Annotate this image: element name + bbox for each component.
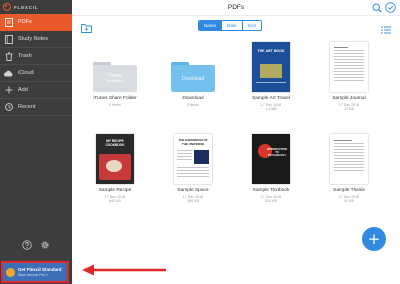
sidebar-item-trash[interactable]: Trash (0, 48, 72, 65)
sidebar-item-pdfs[interactable]: PDFs (0, 14, 72, 31)
list-view-icon[interactable] (381, 21, 391, 34)
file-meta: 17 Dec 2018 37 KB (338, 103, 360, 112)
new-folder-icon[interactable] (81, 20, 92, 33)
sidebar-item-study-notes[interactable]: Study Notes (0, 31, 72, 48)
file-meta: 0 Items (187, 103, 199, 107)
sidebar-item-recent[interactable]: Recent (0, 99, 72, 116)
cover-title: THE EXPANSION OF THE UNIVERSE (178, 138, 208, 146)
top-bar: PDFs (72, 0, 400, 16)
document-thumbnail (330, 42, 368, 92)
file-name: Sample Art Travel (252, 96, 290, 101)
sidebar-item-label: Recent (18, 104, 36, 110)
file-tile-sample-art-travel[interactable]: THE ART BOOK Sample Art Travel 17 Dec 20… (236, 36, 306, 112)
file-name: Sample Thesis (333, 188, 365, 193)
sort-by-date-button[interactable]: Date (222, 21, 243, 30)
upgrade-title: Get Flexcil Standard (18, 267, 62, 272)
cover-title: THE ART BOOK (257, 49, 285, 53)
brand-name: FLEXCIL (14, 4, 39, 10)
plus-icon (4, 86, 13, 95)
sort-by-name-button[interactable]: Name (199, 21, 223, 30)
help-icon[interactable] (22, 240, 32, 250)
clock-icon (4, 103, 13, 112)
trash-icon (4, 51, 13, 61)
folder-label: Download (181, 75, 205, 82)
document-thumbnail: THE EXPANSION OF THE UNIVERSE (174, 134, 212, 184)
sidebar-item-icloud[interactable]: iCloud (0, 65, 72, 82)
document-thumbnail: THE ART BOOK (252, 42, 290, 92)
sort-segmented-control: Name Date Size (198, 20, 263, 31)
file-name: iTunes Share Folder (93, 96, 137, 101)
pdf-icon (4, 17, 13, 27)
file-meta: 17 Dec 2018 640 KB (104, 195, 126, 204)
cover-title: MY RECIPE COOKBOOK (105, 139, 125, 147)
file-tile-sample-journal[interactable]: Sample Journal 17 Dec 2018 37 KB (314, 36, 384, 112)
sidebar-item-label: Add (18, 87, 28, 93)
annotation-arrow-icon (82, 264, 166, 276)
sidebar-nav: PDFs Study Notes Trash iCloud Add Recent (0, 14, 72, 116)
file-tile-itunes-share-folder[interactable]: iTunes File Sharing iTunes Share Folder … (80, 36, 150, 107)
sidebar-item-add[interactable]: Add (0, 82, 72, 99)
document-thumbnail (330, 134, 368, 184)
sidebar-item-label: Trash (18, 53, 32, 59)
upgrade-subtitle: Save Annual Pro > (18, 273, 48, 277)
file-meta: 0 Items (109, 103, 121, 107)
file-name: Sample Recipe (98, 188, 132, 193)
select-check-icon[interactable] (385, 2, 396, 13)
sidebar: FLEXCIL PDFs Study Notes Trash iCloud Ad… (0, 0, 72, 284)
folder-icon: Download (171, 62, 215, 92)
file-tile-sample-textbook[interactable]: INTRODUCTION TO PSYCHOLOGY Sample Textbo… (236, 128, 306, 204)
file-meta: 17 Dec 2018 1.4 MB (260, 103, 282, 112)
file-tile-sample-space[interactable]: THE EXPANSION OF THE UNIVERSE Sample Spa… (158, 128, 228, 204)
sidebar-footer (0, 240, 72, 250)
file-name: Sample Journal (332, 96, 366, 101)
upgrade-banner[interactable]: Get Flexcil Standard Save Annual Pro > (1, 261, 69, 283)
flexcil-logo-icon (3, 3, 11, 11)
toolbar: Name Date Size (72, 16, 400, 34)
file-name: Download (182, 96, 204, 101)
file-meta: 17 Dec 2018 90 KB (338, 195, 360, 204)
folder-icon: iTunes File Sharing (93, 62, 137, 92)
document-thumbnail: MY RECIPE COOKBOOK (96, 134, 134, 184)
file-meta: 17 Dec 2018 203 KB (260, 195, 282, 204)
sidebar-item-label: PDFs (18, 19, 32, 25)
upgrade-star-icon (6, 267, 15, 277)
notebook-icon (4, 34, 13, 44)
sort-by-size-button[interactable]: Size (242, 21, 262, 30)
sidebar-item-label: Study Notes (18, 36, 48, 42)
cover-title: INTRODUCTION TO PSYCHOLOGY (267, 148, 287, 158)
search-icon[interactable] (371, 2, 382, 13)
sidebar-item-label: iCloud (18, 70, 34, 76)
add-document-button[interactable]: + (362, 227, 386, 251)
file-name: Sample Textbook (252, 188, 290, 193)
page-title: PDFs (227, 4, 245, 11)
brand: FLEXCIL (0, 0, 72, 14)
folder-sublabel: File Sharing (105, 79, 125, 84)
file-tile-download[interactable]: Download Download 0 Items (158, 36, 228, 107)
file-tile-sample-recipe[interactable]: MY RECIPE COOKBOOK Sample Recipe 17 Dec … (80, 128, 150, 204)
main-content: PDFs Name Date Size iTunes File Sharing … (72, 0, 400, 284)
file-meta: 17 Dec 2018 280 KB (182, 195, 204, 204)
document-thumbnail: INTRODUCTION TO PSYCHOLOGY (252, 134, 290, 184)
file-name: Sample Space (177, 188, 209, 193)
cloud-icon (4, 69, 13, 78)
settings-icon[interactable] (40, 240, 50, 250)
file-tile-sample-thesis[interactable]: Sample Thesis 17 Dec 2018 90 KB (314, 128, 384, 204)
